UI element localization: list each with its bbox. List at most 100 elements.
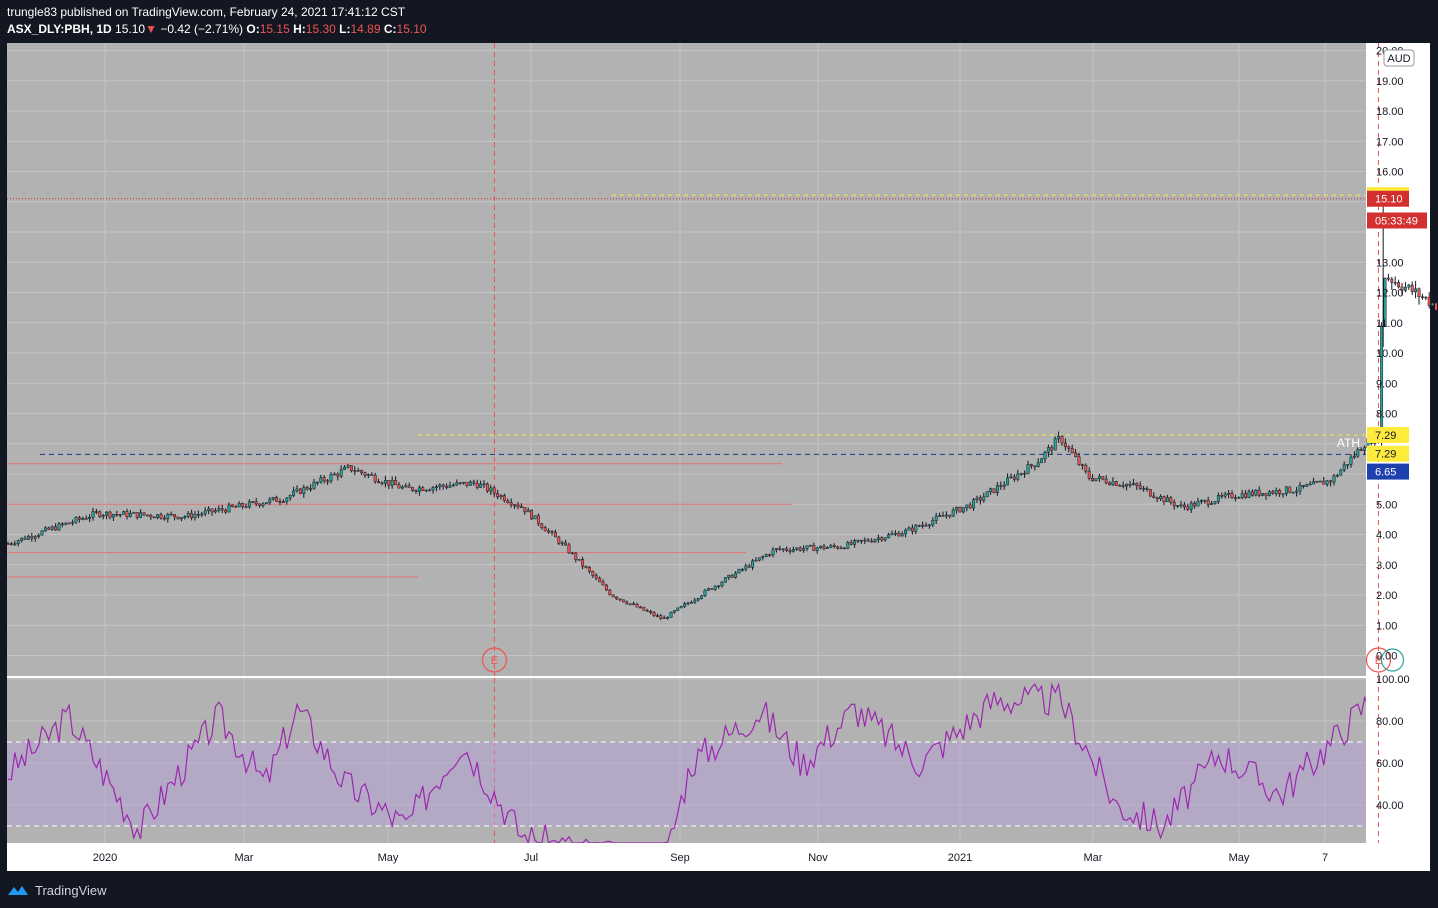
candle-body [1332, 475, 1336, 483]
candle-body [910, 527, 914, 532]
candle-body [60, 523, 64, 526]
candle[interactable] [485, 482, 489, 493]
candle-body [281, 501, 285, 503]
candle[interactable] [1288, 486, 1292, 494]
candle[interactable] [608, 589, 612, 596]
candle-body [1220, 495, 1224, 497]
candle[interactable] [669, 611, 673, 618]
candle-body [1012, 476, 1016, 480]
candle-body [50, 526, 54, 530]
candle-body [1247, 491, 1251, 498]
candle[interactable] [1148, 488, 1152, 497]
candle-body [768, 554, 772, 556]
candle-body [1288, 486, 1292, 493]
candle-body [1104, 478, 1108, 484]
candle[interactable] [1114, 480, 1118, 486]
candle-body [761, 556, 765, 558]
candle-body [156, 514, 160, 518]
candle-body [604, 584, 608, 591]
candle[interactable] [679, 605, 683, 609]
candle-body [16, 540, 20, 544]
rsi-axis-label: 80.00 [1376, 716, 1404, 728]
candle-body [893, 532, 897, 535]
price-axis-tag-label: 7.29 [1375, 430, 1396, 442]
candle[interactable] [604, 583, 608, 591]
price-axis-label: 0.00 [1376, 651, 1397, 663]
price-axis-label: 18.00 [1376, 106, 1404, 118]
candle-body [1142, 488, 1146, 490]
candle-body [1240, 493, 1244, 498]
candle[interactable] [298, 487, 302, 495]
candle-body [717, 585, 721, 588]
candle[interactable] [530, 509, 534, 521]
candle[interactable] [611, 594, 615, 598]
candle-body [465, 481, 469, 486]
candle[interactable] [703, 588, 707, 598]
candle-body [1335, 475, 1339, 477]
candle-body [37, 534, 41, 537]
candle[interactable] [1254, 489, 1258, 497]
candle-body [1189, 502, 1193, 510]
candle-body [808, 545, 812, 547]
chart-area[interactable]: EEEATH20.0019.0018.0017.0016.0013.0012.0… [0, 0, 1438, 908]
candle-body [132, 512, 136, 514]
candle[interactable] [40, 529, 44, 536]
price-pane[interactable] [7, 43, 1366, 676]
candle-body [125, 511, 129, 517]
candle-body [1033, 465, 1037, 468]
candle[interactable] [1431, 298, 1435, 312]
candle-body [934, 515, 938, 521]
time-axis-label: 2021 [948, 852, 972, 864]
candle-body [455, 482, 459, 486]
candle-body [829, 545, 833, 548]
candle[interactable] [642, 606, 646, 611]
candle[interactable] [621, 599, 625, 603]
candle[interactable] [710, 588, 714, 590]
candle-body [1043, 451, 1047, 460]
candle-body [1186, 506, 1190, 510]
candle[interactable] [533, 515, 537, 520]
candle[interactable] [958, 506, 962, 513]
candle-body [332, 473, 336, 476]
candle[interactable] [577, 559, 581, 561]
candle-body [414, 490, 418, 492]
candle-body [1318, 480, 1322, 483]
candle-body [1111, 481, 1115, 486]
candle-body [1097, 476, 1101, 479]
candle[interactable] [67, 522, 71, 525]
candle-body [190, 512, 194, 519]
candle-body [1244, 493, 1248, 498]
candle[interactable] [737, 568, 741, 574]
time-axis-label: 7 [1322, 852, 1328, 864]
currency-badge[interactable]: AUD [1383, 49, 1415, 67]
candle-body [547, 530, 551, 533]
candle-body [278, 501, 282, 503]
candle-body [887, 534, 891, 539]
candle[interactable] [676, 607, 680, 612]
candle[interactable] [992, 488, 996, 494]
candle-body [723, 577, 727, 583]
candle-body [1359, 449, 1363, 451]
candle-body [407, 485, 411, 488]
candle[interactable] [1434, 301, 1438, 312]
candle-body [115, 514, 119, 516]
candle-body [564, 542, 568, 546]
candle-body [798, 547, 802, 551]
candle-body [387, 479, 391, 486]
candle-body [1267, 491, 1271, 496]
candle[interactable] [723, 577, 727, 583]
candle[interactable] [1318, 480, 1322, 483]
candle-body [642, 606, 646, 611]
candle-body [1407, 284, 1411, 288]
candle-body [968, 504, 972, 509]
candle[interactable] [985, 491, 989, 498]
candle-body [880, 537, 884, 541]
candle-body [251, 501, 255, 503]
candle-body [258, 503, 262, 506]
candle-body [101, 515, 105, 517]
candle[interactable] [264, 502, 268, 505]
candle-body [859, 539, 863, 542]
candle-body [271, 497, 275, 500]
candle-body [1070, 448, 1074, 454]
candle-body [581, 559, 585, 567]
